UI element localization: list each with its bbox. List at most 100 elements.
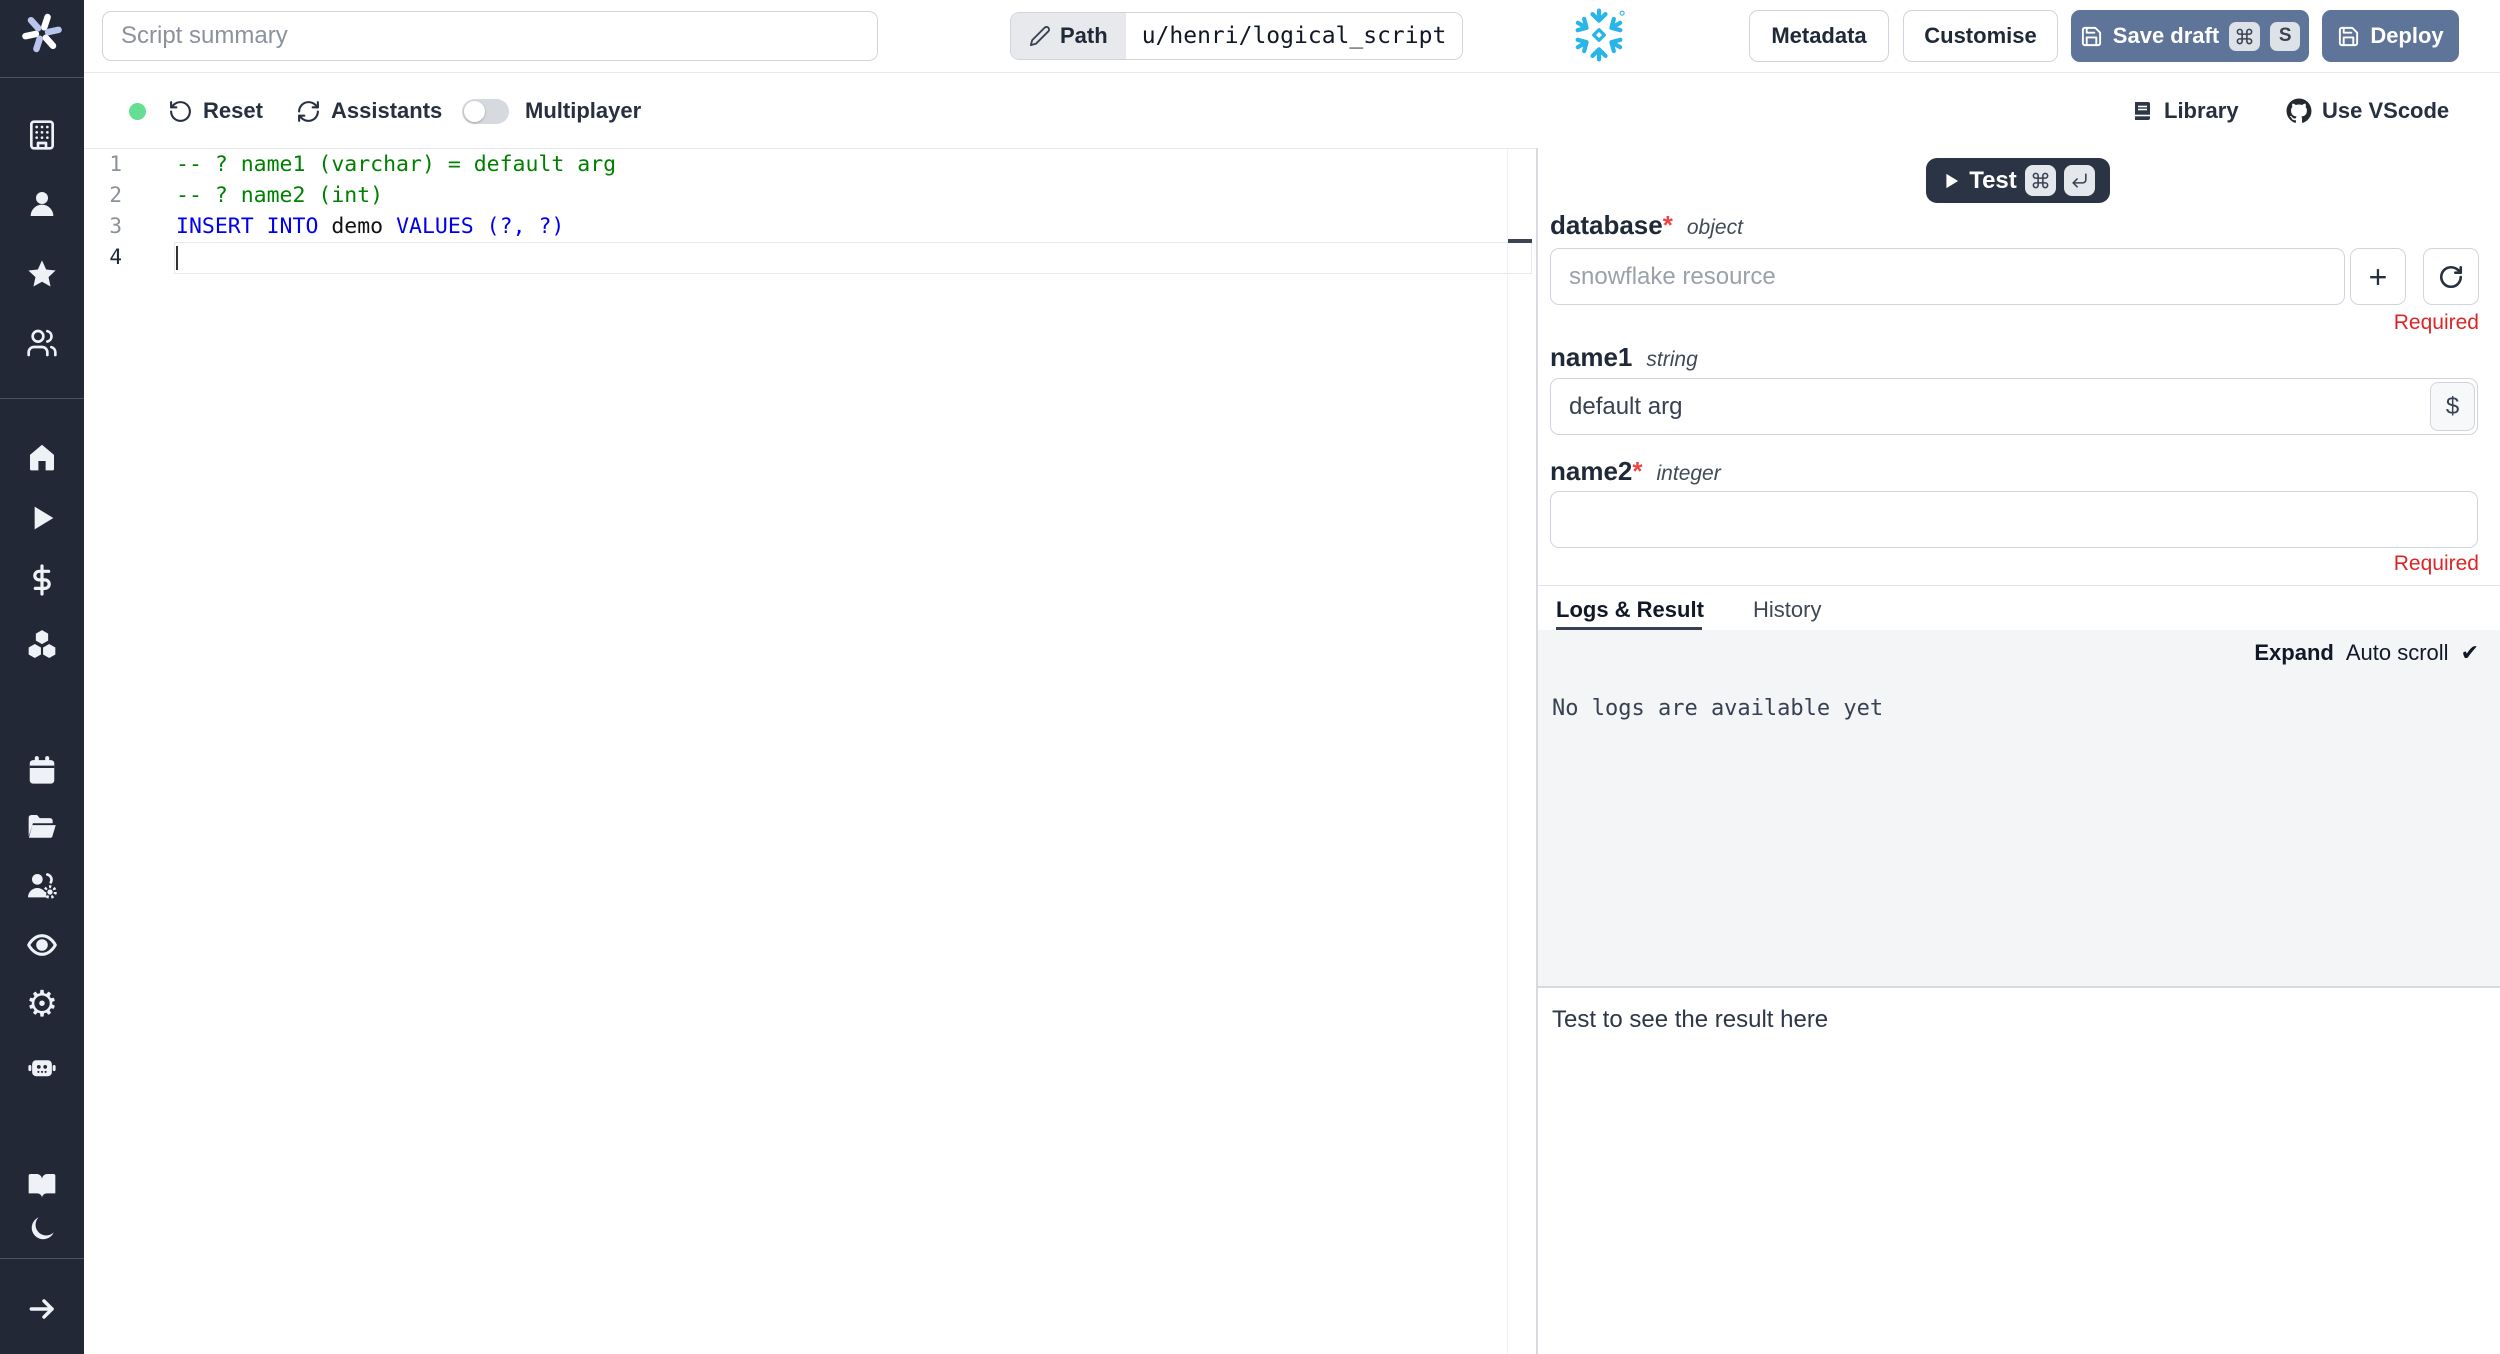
code-line: INSERT INTO demo VALUES (?, ?) (176, 214, 565, 239)
editor-toolbar: Reset Assistants Multiplayer Library Use… (84, 74, 2500, 148)
field-type: string (1646, 348, 1698, 371)
windmill-logo-icon[interactable] (19, 10, 65, 56)
field-type: integer (1656, 462, 1721, 485)
check-icon[interactable]: ✔ (2461, 640, 2479, 666)
plus-icon: + (2368, 258, 2388, 295)
book-open-icon[interactable] (24, 1168, 60, 1204)
save-draft-button[interactable]: Save draft S (2071, 10, 2309, 62)
dollar-icon[interactable] (24, 562, 60, 598)
multiplayer-text: Multiplayer (525, 98, 642, 123)
line-number: 2 (109, 183, 122, 207)
star-icon[interactable] (24, 256, 60, 292)
save-draft-label: Save draft (2112, 23, 2220, 48)
name1-field-label: name1 string (1550, 342, 1698, 373)
name2-field-label: name2* integer (1550, 456, 1721, 487)
field-type: object (1686, 216, 1743, 239)
tab-history[interactable]: History (1753, 591, 1821, 629)
book-icon (2135, 102, 2150, 120)
line-number: 3 (109, 214, 122, 238)
deploy-button[interactable]: Deploy (2322, 10, 2459, 62)
path-button[interactable]: Path u/henri/logical_script (1010, 12, 1464, 60)
github-icon (2286, 98, 2312, 123)
play-icon[interactable] (24, 500, 60, 536)
library-label: Library (2164, 98, 2239, 123)
test-label: Test (1969, 166, 2017, 194)
expand-button[interactable]: Expand (2254, 640, 2333, 666)
use-vscode-button[interactable]: Use VScode (2286, 74, 2449, 148)
calendar-icon[interactable] (24, 752, 60, 788)
database-field-label: database* object (1550, 210, 1743, 241)
save-icon (2081, 26, 2101, 46)
path-label: Path (1060, 23, 1108, 48)
enter-key-icon (2063, 165, 2095, 196)
logs-empty-message: No logs are available yet (1552, 696, 1884, 721)
snowflake-logo-icon (1569, 5, 1629, 67)
building-icon[interactable] (24, 117, 60, 153)
required-hint: Required (2393, 311, 2479, 334)
refresh-resource-button[interactable] (2423, 248, 2479, 305)
play-icon (1946, 173, 1959, 188)
windmill-script-editor: ⚙ Path u/henri/logical_script (0, 0, 2500, 1354)
refresh-icon (298, 100, 319, 122)
moon-icon[interactable] (24, 1211, 60, 1247)
field-name: name1 (1550, 342, 1633, 372)
result-splitter[interactable] (1538, 986, 2500, 988)
library-button[interactable]: Library (2130, 74, 2239, 148)
required-star: * (1662, 210, 1673, 240)
metadata-label: Metadata (1771, 23, 1867, 48)
logs-controls: Expand Auto scroll ✔ (2254, 640, 2479, 666)
name2-input[interactable] (1550, 491, 2478, 548)
sidebar: ⚙ (0, 0, 84, 1354)
add-resource-button[interactable]: + (2350, 248, 2406, 305)
deploy-label: Deploy (2370, 23, 2444, 48)
bot-icon[interactable] (24, 1047, 60, 1083)
assistants-label: Assistants (331, 98, 443, 123)
autoscroll-label[interactable]: Auto scroll (2346, 640, 2449, 666)
result-hint: Test to see the result here (1552, 1006, 1829, 1033)
field-name: name2 (1550, 456, 1633, 486)
multiplayer-toggle[interactable] (462, 99, 509, 124)
required-hint: Required (2393, 552, 2479, 575)
database-input[interactable] (1550, 248, 2345, 305)
users-gear-icon[interactable] (24, 868, 60, 904)
name1-input[interactable] (1550, 378, 2478, 435)
reset-label: Reset (203, 98, 263, 123)
eye-icon[interactable] (24, 927, 60, 963)
editor-edge (1507, 149, 1508, 1354)
s-key-chip: S (2270, 21, 2301, 51)
users-icon[interactable] (24, 325, 60, 361)
run-panel: Test database* object + Required name1 s… (1538, 148, 2500, 1354)
metadata-button[interactable]: Metadata (1749, 10, 1889, 62)
logs-area: Expand Auto scroll ✔ No logs are availab… (1538, 630, 2500, 986)
user-icon[interactable] (24, 186, 60, 222)
path-chip: Path (1011, 13, 1126, 59)
code-editor[interactable]: 1 -- ? name1 (varchar) = default arg 2 -… (84, 149, 1536, 1354)
reset-button[interactable]: Reset (168, 74, 263, 148)
use-vscode-label: Use VScode (2322, 98, 2450, 123)
rotate-ccw-icon (170, 100, 191, 122)
sidebar-divider (0, 1258, 84, 1259)
sidebar-divider (0, 398, 84, 399)
gear-icon[interactable]: ⚙ (24, 986, 60, 1022)
arrow-right-icon[interactable] (24, 1291, 60, 1327)
line-number: 1 (109, 152, 122, 176)
sidebar-divider (0, 77, 84, 78)
test-button[interactable]: Test (1926, 158, 2110, 203)
topbar: Path u/henri/logical_script Metadata (84, 0, 2500, 73)
multiplayer-label: Multiplayer (525, 74, 641, 148)
script-summary-input[interactable] (102, 11, 878, 61)
tab-logs-result[interactable]: Logs & Result (1556, 591, 1704, 629)
command-key-icon (2229, 21, 2261, 51)
path-value[interactable]: u/henri/logical_script (1125, 13, 1463, 59)
home-icon[interactable] (24, 439, 60, 475)
folder-open-icon[interactable] (24, 809, 60, 845)
pencil-icon (1029, 26, 1050, 47)
field-name: database (1550, 210, 1663, 240)
assistants-button[interactable]: Assistants (296, 74, 442, 148)
dollar-template-button[interactable]: $ (2430, 382, 2475, 431)
code-line: -- ? name2 (int) (176, 183, 384, 208)
status-dot (129, 103, 146, 120)
customise-button[interactable]: Customise (1903, 10, 2058, 62)
code-line: -- ? name1 (varchar) = default arg (176, 152, 617, 177)
boxes-icon[interactable] (24, 626, 60, 662)
